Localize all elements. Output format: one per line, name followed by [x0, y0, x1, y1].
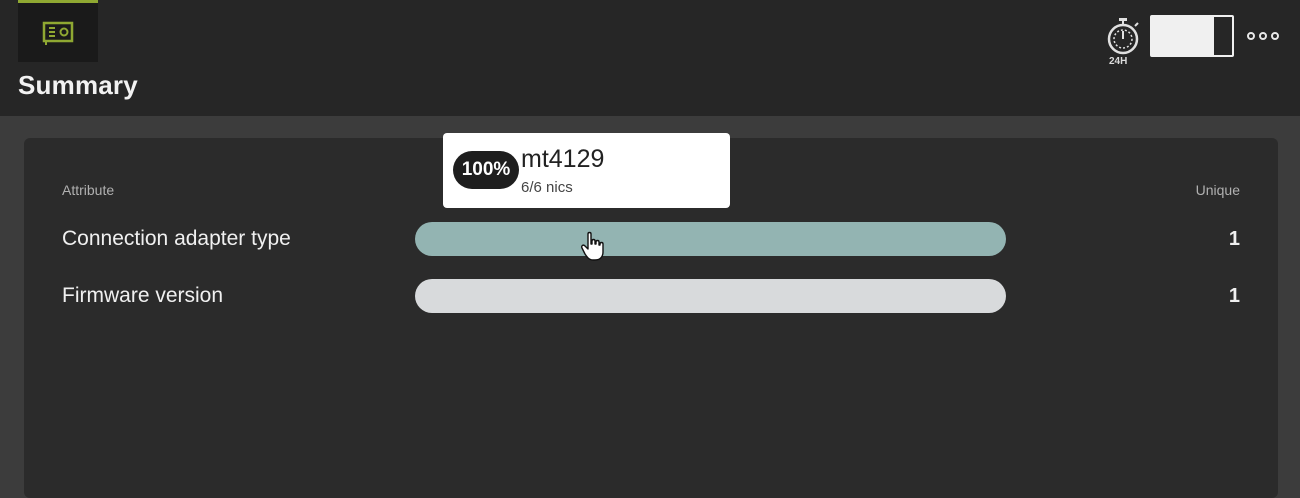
header: Summary 24H [0, 0, 1300, 116]
more-options-icon[interactable] [1247, 28, 1287, 44]
network-card-icon [42, 21, 74, 45]
column-header-attribute: Attribute [62, 182, 115, 198]
row-label-connection-adapter-type: Connection adapter type [62, 227, 291, 250]
more-dot [1271, 32, 1279, 40]
column-header-unique: Unique [1195, 182, 1240, 198]
tooltip-value-name: mt4129 [521, 145, 605, 173]
toggle-knob [1212, 17, 1232, 55]
more-dot [1259, 32, 1267, 40]
bar-tooltip: 100% mt4129 6/6 nics [443, 133, 730, 208]
tooltip-count: 6/6 nics [521, 179, 573, 196]
more-dot [1247, 32, 1255, 40]
page-title: Summary [18, 70, 138, 100]
row-value-firmware-version: 1 [1228, 285, 1240, 307]
hand-cursor-icon [581, 231, 604, 261]
timer-label: 24H [1109, 56, 1128, 67]
row-value-connection-adapter-type: 1 [1228, 228, 1240, 250]
row-bar-connection-adapter-type[interactable] [415, 222, 1006, 256]
tooltip-percent-badge: 100% [453, 151, 519, 189]
row-bar-firmware-version[interactable] [415, 279, 1006, 313]
row-label-firmware-version: Firmware version [62, 284, 224, 307]
tab-network-card[interactable] [18, 0, 98, 62]
view-toggle[interactable] [1150, 15, 1234, 57]
